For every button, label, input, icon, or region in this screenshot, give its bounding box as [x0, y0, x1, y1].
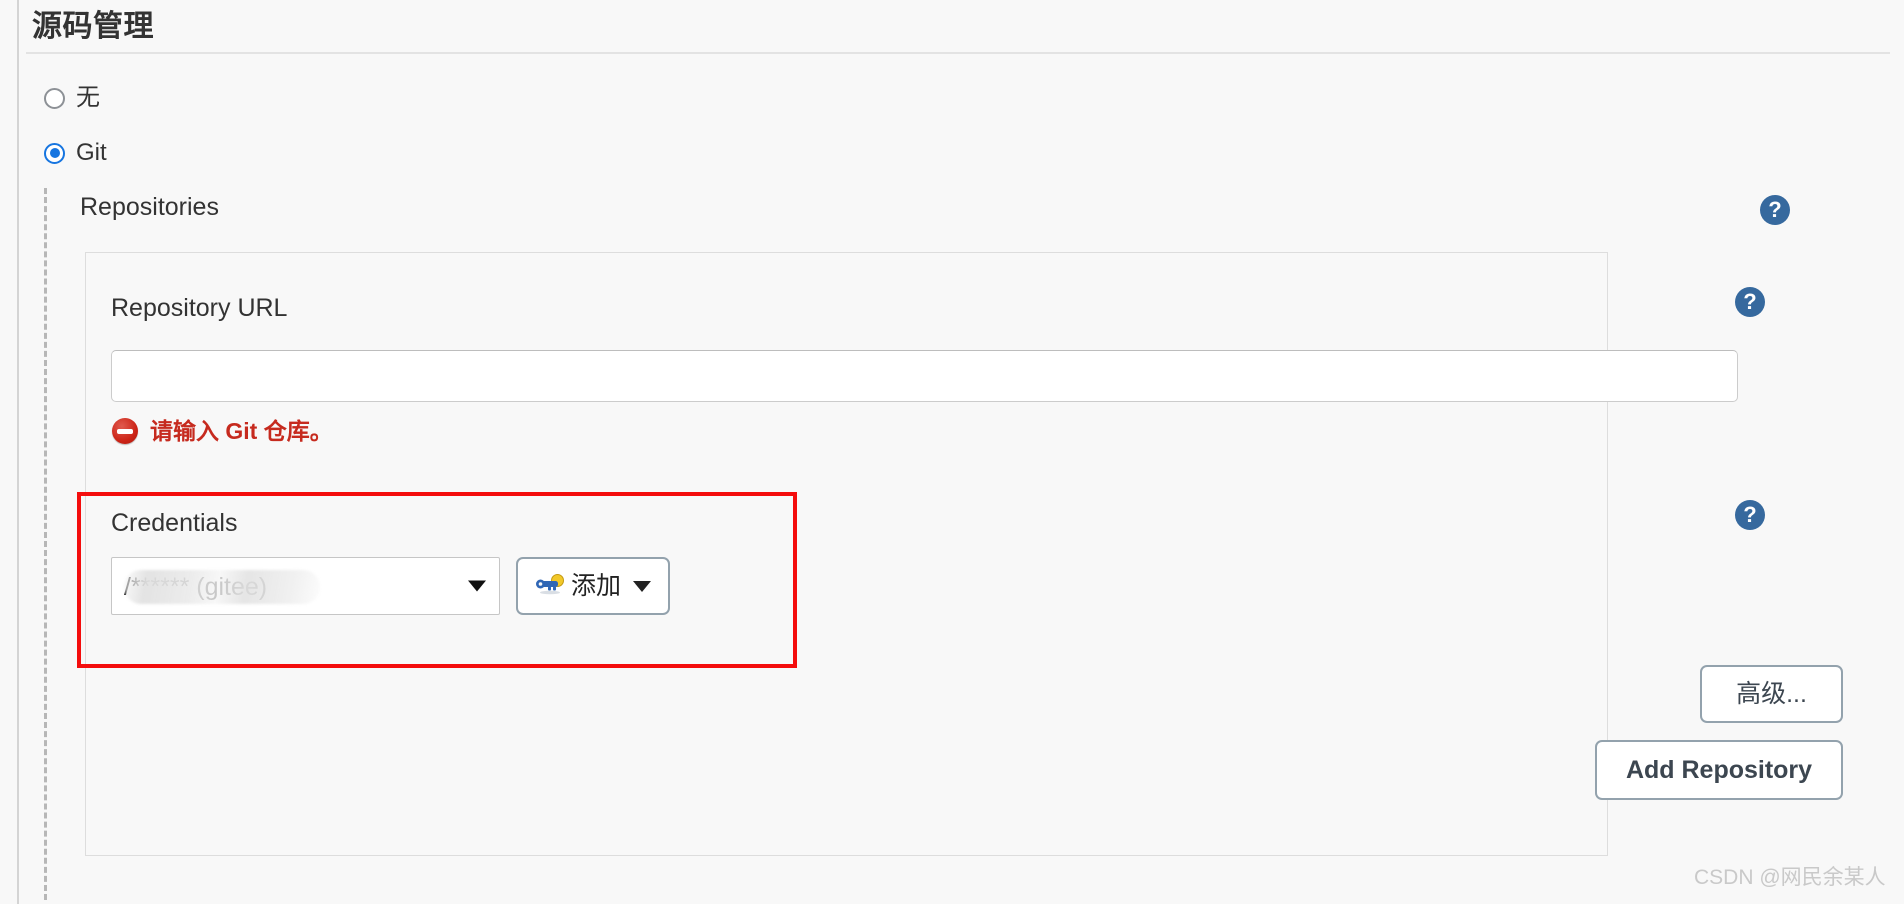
- help-icon-credentials[interactable]: ?: [1735, 500, 1765, 530]
- key-icon: [535, 573, 565, 600]
- chevron-down-icon: [633, 580, 652, 592]
- radio-button-git-icon[interactable]: [44, 142, 65, 164]
- credentials-label: Credentials: [111, 509, 238, 537]
- chevron-down-icon: [468, 580, 486, 592]
- repository-panel: [85, 252, 1608, 856]
- repository-url-label: Repository URL: [111, 294, 288, 322]
- repository-url-error: 请输入 Git 仓库。: [112, 418, 333, 444]
- nesting-guide-line: [44, 188, 47, 900]
- repository-url-input[interactable]: [111, 350, 1738, 402]
- add-repository-button[interactable]: Add Repository: [1595, 740, 1843, 800]
- radio-option-none-label: 无: [76, 84, 100, 111]
- help-icon-repository-url[interactable]: ?: [1735, 287, 1765, 317]
- help-icon-repositories[interactable]: ?: [1760, 195, 1790, 225]
- radio-option-git[interactable]: Git: [44, 141, 107, 165]
- radio-option-git-label: Git: [76, 139, 107, 166]
- title-divider: [26, 52, 1890, 54]
- error-circle-minus-icon: [112, 418, 138, 444]
- credentials-row: /****** (gitee) 添加: [111, 557, 671, 615]
- radio-option-none[interactable]: 无: [44, 86, 100, 110]
- credentials-selected-value: /****** (gitee): [124, 573, 268, 601]
- left-rail-divider: [17, 0, 19, 904]
- repositories-heading: Repositories: [80, 193, 219, 221]
- radio-button-none-icon[interactable]: [44, 87, 65, 109]
- add-credentials-label: 添加: [571, 571, 622, 600]
- add-credentials-button[interactable]: 添加: [516, 557, 671, 615]
- page-title: 源码管理: [32, 10, 154, 43]
- watermark: CSDN @网民余某人: [1694, 866, 1886, 889]
- credentials-select[interactable]: /****** (gitee): [111, 557, 500, 615]
- advanced-button[interactable]: 高级...: [1700, 665, 1843, 723]
- repository-url-error-text: 请输入 Git 仓库。: [150, 418, 333, 444]
